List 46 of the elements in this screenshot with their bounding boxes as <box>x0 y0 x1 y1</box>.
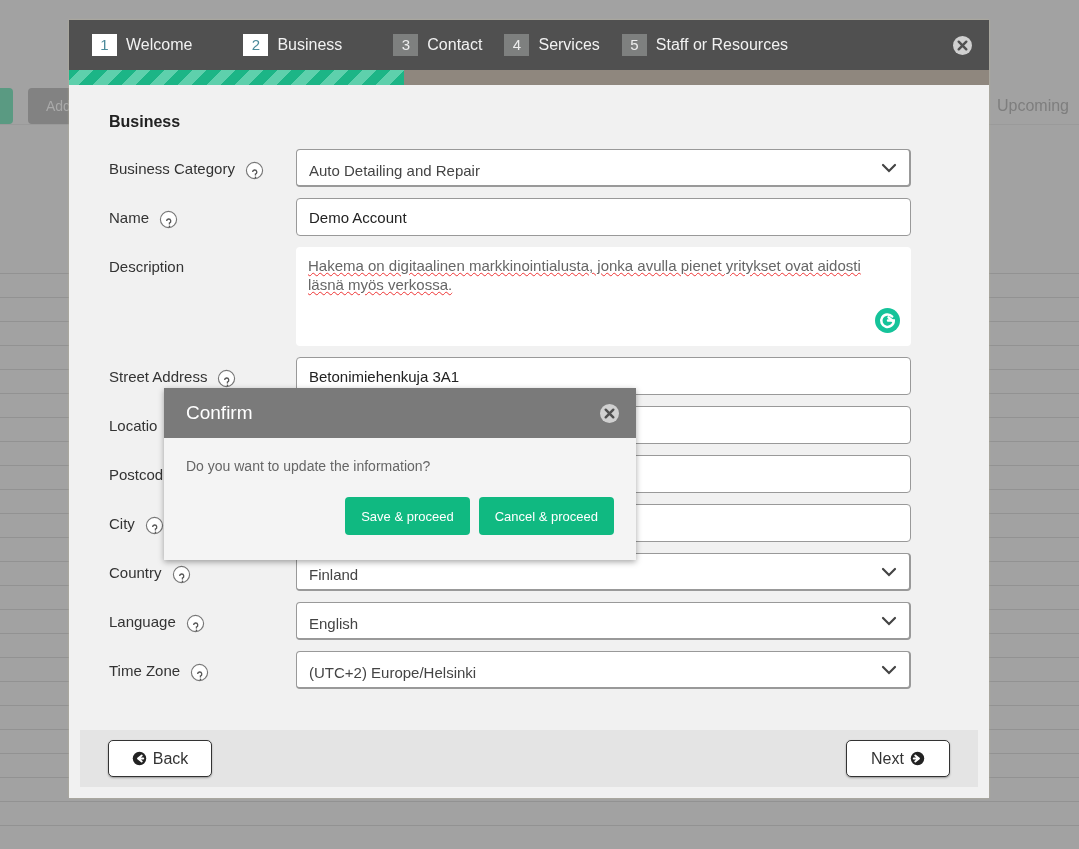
close-icon[interactable] <box>953 35 972 55</box>
step-label[interactable]: Business <box>277 36 343 54</box>
help-icon[interactable] <box>159 210 178 229</box>
step-number: 4 <box>504 34 530 56</box>
back-button[interactable]: Back <box>108 740 212 777</box>
dialog-message: Do you want to update the information? <box>186 458 432 474</box>
field-label: City <box>109 514 135 532</box>
help-icon[interactable] <box>244 161 264 180</box>
field-label: Language <box>109 612 176 630</box>
help-icon[interactable] <box>190 663 210 682</box>
step-label[interactable]: Services <box>538 36 600 54</box>
select-field[interactable]: (UTC+2) Europe/Helsinki <box>296 651 911 689</box>
step-number: 2 <box>243 34 269 56</box>
select-field[interactable]: English <box>296 602 911 640</box>
field-label: Description <box>109 257 185 275</box>
next-button[interactable]: Next <box>846 740 950 777</box>
select-field[interactable]: Auto Detailing and Repair <box>296 149 911 187</box>
step-label[interactable]: Staff or Resources <box>655 36 789 54</box>
step-label[interactable]: Contact <box>427 36 483 54</box>
section-title: Business <box>109 113 182 131</box>
help-icon[interactable] <box>217 369 237 388</box>
field-label: Postcod <box>109 465 164 483</box>
field-label: Country <box>109 563 162 581</box>
dialog-title: Confirm <box>186 402 254 424</box>
help-icon[interactable] <box>185 614 205 633</box>
field-label: Time Zone <box>109 661 181 679</box>
text-area[interactable]: Hakema on digitaalinen markkinointialusta, jonka avulla pienet yritykset ovat aidosti läsnä myös verkossa. <box>296 247 911 346</box>
field-label: Locatio <box>109 416 158 434</box>
close-icon[interactable] <box>600 403 619 423</box>
help-icon[interactable] <box>144 516 164 535</box>
step-number: 3 <box>393 34 419 56</box>
input-field[interactable]: Betonimiehenkuja 3A1 <box>296 357 911 395</box>
step-label[interactable]: Welcome <box>126 36 193 54</box>
arrow-left-icon <box>131 751 147 766</box>
chevron-down-icon <box>881 663 897 676</box>
chevron-down-icon <box>881 614 897 627</box>
arrow-right-icon <box>909 751 925 766</box>
field-label: Name <box>109 208 149 226</box>
step-number: 5 <box>621 34 647 56</box>
field-label: Street Address <box>109 367 208 385</box>
step-number: 1 <box>92 34 117 56</box>
help-icon[interactable] <box>171 565 191 584</box>
field-label: Business Category <box>109 159 235 177</box>
chevron-down-icon <box>881 565 897 578</box>
input-field[interactable]: Demo Account <box>296 198 911 236</box>
chevron-down-icon <box>881 161 897 174</box>
